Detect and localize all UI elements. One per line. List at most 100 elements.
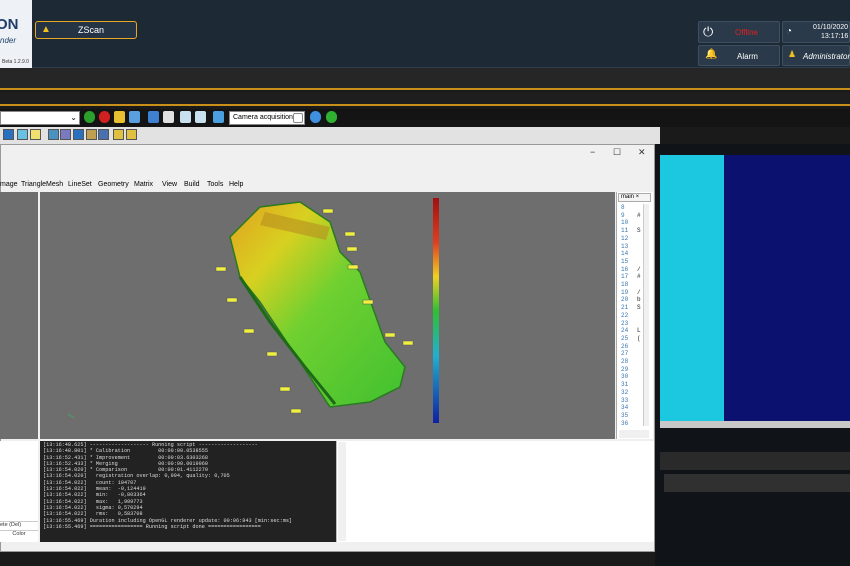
selection-combo[interactable]: ⌄: [0, 111, 80, 125]
object-tree[interactable]: [0, 192, 38, 439]
tools-icon[interactable]: [86, 129, 97, 140]
line-number: 33: [621, 396, 629, 404]
line-number: 28: [621, 358, 629, 365]
menu-image[interactable]: mage: [0, 181, 18, 188]
annotation-label: [347, 264, 359, 270]
menu-lineset[interactable]: LineSet: [68, 181, 92, 188]
copy-icon[interactable]: [129, 111, 140, 123]
annotation-label: [243, 328, 255, 334]
user-button[interactable]: ♟ Administrator: [782, 45, 850, 66]
menu-view[interactable]: View: [162, 181, 177, 188]
user-icon: ♟: [788, 49, 797, 59]
annotation-label: [290, 408, 302, 414]
line-number: 21: [621, 304, 629, 312]
zscan-tab[interactable]: ▲ ZScan: [35, 21, 137, 39]
mesh-render: [67, 198, 439, 423]
delete-item[interactable]: ete (Del): [0, 521, 38, 530]
menu-tools[interactable]: Tools: [207, 181, 223, 188]
menu-matrix[interactable]: Matrix: [134, 181, 153, 188]
log-icon[interactable]: [213, 111, 224, 123]
maximize-button[interactable]: ☐: [613, 147, 621, 158]
calc-icon[interactable]: [73, 129, 84, 140]
bell-icon: 🔔: [705, 49, 718, 60]
undo-icon[interactable]: [163, 111, 174, 123]
status-field: [664, 474, 850, 492]
line-number: 15: [621, 257, 629, 265]
combo-chevron-icon[interactable]: [293, 113, 303, 123]
power-icon: ⏻: [703, 24, 714, 39]
menu-trianglemesh[interactable]: TriangleMesh: [21, 181, 63, 188]
save-icon[interactable]: [148, 111, 159, 123]
window-icon[interactable]: [48, 129, 59, 140]
script-code-char: b: [637, 296, 641, 304]
line-number: 13: [621, 242, 629, 250]
menu-build[interactable]: Build: [184, 181, 200, 188]
document-2-icon[interactable]: [195, 111, 206, 123]
script-code-char: (: [637, 334, 641, 342]
script-tab-label: main: [621, 194, 635, 200]
user-label: Administrator: [803, 52, 850, 61]
refresh-icon[interactable]: [326, 111, 337, 123]
menu-geometry[interactable]: Geometry: [98, 181, 129, 188]
properties-panel: ete (Del) Color: [0, 441, 38, 542]
cyan-region: [660, 155, 724, 421]
annotation-label: [344, 231, 356, 237]
line-number: 8: [621, 204, 625, 211]
annotation-label: [226, 297, 238, 303]
ribbon-band: [0, 68, 850, 90]
menu-help[interactable]: Help: [229, 181, 243, 188]
3d-viewport[interactable]: [40, 192, 615, 439]
annotation-label: [215, 266, 227, 272]
annotation-label: [322, 208, 334, 214]
script-scrollbar[interactable]: [643, 204, 649, 426]
minimize-button[interactable]: −: [590, 147, 595, 157]
script-code-char: /: [637, 265, 641, 273]
close-button[interactable]: ✕: [638, 147, 646, 158]
console-scrollbar[interactable]: [338, 442, 346, 541]
script-code-char: #: [637, 273, 641, 281]
color-item[interactable]: Color: [0, 530, 38, 539]
alarm-label: Alarm: [737, 52, 758, 61]
clock-button[interactable]: ◔ 01/10/2020 13:17:16: [782, 21, 850, 43]
script-code-char: S: [637, 304, 641, 312]
module-icon[interactable]: [3, 129, 14, 140]
annotation-label: [279, 386, 291, 392]
document-icon[interactable]: [180, 111, 191, 123]
line-number: 36: [621, 419, 629, 427]
line-number: 19: [621, 288, 629, 296]
chart-icon[interactable]: [60, 129, 71, 140]
line-number: 18: [621, 281, 629, 288]
bar-icon[interactable]: [113, 129, 124, 140]
alarm-button[interactable]: 🔔 Alarm: [698, 45, 780, 66]
line-number: 35: [621, 411, 629, 419]
annotation-label: [362, 299, 374, 305]
console-line: [13:16:55.469] Duration including OpenGL…: [43, 517, 293, 524]
script-tab[interactable]: main ×: [618, 193, 651, 202]
line-number: 23: [621, 319, 629, 327]
camera-icon[interactable]: [310, 111, 321, 123]
annotation-label: [266, 351, 278, 357]
scrollbar[interactable]: [660, 421, 850, 428]
folder-icon[interactable]: [30, 129, 41, 140]
offline-button[interactable]: ⏻ Offline: [698, 21, 780, 43]
help-icon[interactable]: [126, 129, 137, 140]
remove-icon[interactable]: [99, 111, 110, 123]
line-number: 29: [621, 365, 629, 373]
line-number: 11: [621, 227, 629, 235]
list-icon[interactable]: [98, 129, 109, 140]
console-output: [13:16:48.625] ------------------- Runni…: [40, 441, 336, 542]
line-number: 31: [621, 381, 629, 389]
console-scroll-area: [336, 441, 654, 542]
script-hscrollbar[interactable]: [619, 430, 649, 438]
status-bar: [660, 452, 850, 470]
line-number: 14: [621, 250, 629, 258]
grid-icon[interactable]: [17, 129, 28, 140]
add-icon[interactable]: [84, 111, 95, 123]
script-code-char: #: [637, 211, 641, 219]
date-label: 01/10/2020: [813, 24, 849, 31]
axis-gizmo: [67, 413, 75, 419]
line-number: 24: [621, 327, 629, 335]
pencil-icon[interactable]: [114, 111, 125, 123]
color-scale: [433, 198, 439, 423]
zscan-tab-label: ZScan: [78, 25, 105, 35]
